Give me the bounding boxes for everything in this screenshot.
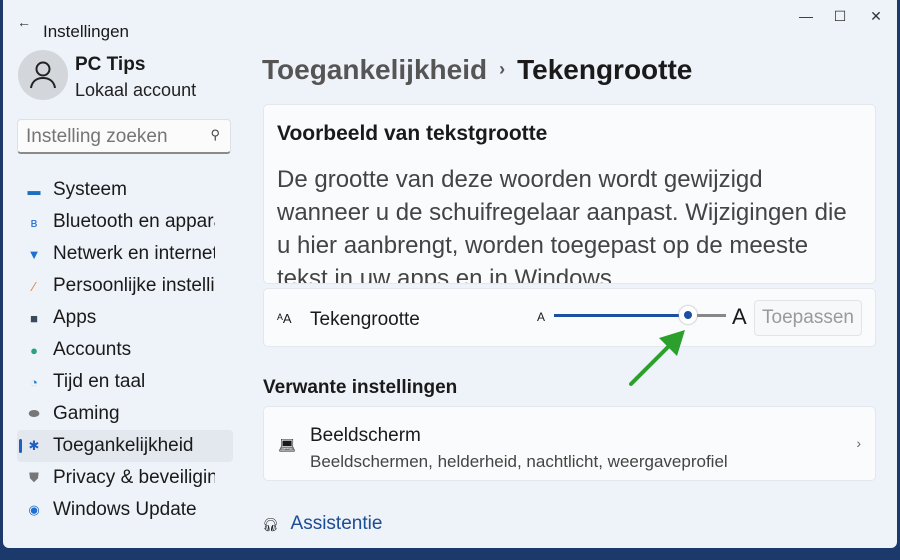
search-box[interactable]: ⚲ bbox=[17, 119, 231, 154]
minimize-button[interactable]: — bbox=[791, 8, 821, 24]
sidebar-item-label: Accounts bbox=[53, 339, 132, 360]
display-subtitle: Beeldschermen, helderheid, nachtlicht, w… bbox=[310, 452, 728, 471]
apps-icon: ■ bbox=[30, 310, 38, 326]
slider-fill bbox=[554, 314, 689, 317]
back-arrow-icon[interactable]: ← bbox=[17, 14, 31, 30]
bluetooth-icon: ʙ bbox=[30, 214, 38, 230]
chevron-right-icon: › bbox=[856, 435, 861, 451]
brush-icon: ∕ bbox=[32, 278, 36, 294]
sidebar-item-bluetooth-en-apparaten[interactable]: ʙ Bluetooth en apparaten bbox=[17, 206, 233, 238]
sidebar-item-netwerk-en-internet[interactable]: ▼ Netwerk en internet bbox=[17, 238, 233, 270]
big-a-label: A bbox=[732, 304, 747, 329]
sidebar-item-label: Bluetooth en apparaten bbox=[53, 211, 215, 232]
app-title: Instellingen bbox=[43, 22, 130, 41]
maximize-button[interactable]: ☐ bbox=[825, 8, 855, 25]
sidebar-item-persoonlijke-instellingen[interactable]: ∕ Persoonlijke instellingen bbox=[17, 270, 233, 302]
search-input[interactable] bbox=[26, 126, 206, 148]
display-settings-link[interactable]: 💻︎ Beeldscherm Beeldschermen, helderheid… bbox=[263, 406, 876, 481]
sidebar-item-toegankelijkheid[interactable]: ✱ Toegankelijkheid bbox=[17, 430, 233, 462]
settings-window: ← Instellingen — ☐ ✕ PC Tips Lokaal acco… bbox=[3, 0, 897, 548]
text-size-icon: ᴬA bbox=[277, 311, 292, 326]
breadcrumb: Toegankelijkheid › Tekengrootte bbox=[262, 54, 692, 86]
help-headset-icon: 🎧︎ bbox=[262, 517, 279, 532]
breadcrumb-parent[interactable]: Toegankelijkheid bbox=[262, 54, 487, 85]
sidebar-item-label: Systeem bbox=[53, 179, 127, 200]
sidebar-item-windows-update[interactable]: ◉ Windows Update bbox=[17, 494, 233, 526]
laptop-icon: 💻︎ bbox=[278, 437, 296, 453]
sidebar-nav: ▬ Systeem ʙ Bluetooth en apparaten ▼ Netwerk … bbox=[17, 174, 233, 526]
small-a-label: A bbox=[537, 310, 546, 324]
person-icon: ● bbox=[30, 342, 38, 358]
breadcrumb-separator: › bbox=[499, 59, 506, 79]
sidebar-item-systeem[interactable]: ▬ Systeem bbox=[17, 174, 233, 206]
sidebar-item-tijd-en-taal[interactable]: ◔ Tijd en taal bbox=[17, 366, 233, 398]
title-bar: ← Instellingen — ☐ ✕ bbox=[3, 0, 897, 41]
text-size-preview-card: Voorbeeld van tekstgrootte De grootte va… bbox=[263, 104, 876, 284]
sidebar-item-accounts[interactable]: ● Accounts bbox=[17, 334, 233, 366]
wifi-icon: ▼ bbox=[27, 246, 41, 262]
sidebar-item-label: Apps bbox=[53, 307, 97, 328]
monitor-icon: ▬ bbox=[27, 182, 41, 198]
related-settings-heading: Verwante instellingen bbox=[263, 377, 458, 398]
sidebar-item-label: Windows Update bbox=[53, 499, 197, 520]
help-label[interactable]: Assistentie bbox=[291, 513, 383, 534]
font-size-card: ᴬA Tekengrootte A A Toepassen bbox=[263, 288, 876, 347]
help-link[interactable]: 🎧︎ Assistentie bbox=[262, 513, 382, 535]
page-title: Tekengrootte bbox=[517, 54, 693, 85]
account-type: Lokaal account bbox=[75, 80, 197, 100]
preview-text: De grootte van deze woorden wordt gewijz… bbox=[277, 166, 847, 284]
sidebar-item-label: Netwerk en internet bbox=[53, 243, 215, 264]
display-title: Beeldscherm bbox=[310, 425, 421, 446]
apply-button[interactable]: Toepassen bbox=[754, 300, 862, 336]
preview-title: Voorbeeld van tekstgrootte bbox=[277, 122, 548, 145]
gamepad-icon: ⬬ bbox=[28, 406, 40, 421]
sidebar-item-apps[interactable]: ■ Apps bbox=[17, 302, 233, 334]
sidebar-item-gaming[interactable]: ⬬ Gaming bbox=[17, 398, 233, 430]
sidebar-item-label: Privacy & beveiliging bbox=[53, 467, 215, 488]
person-icon bbox=[30, 61, 56, 89]
avatar[interactable] bbox=[18, 50, 68, 100]
green-arrow-annotation bbox=[629, 330, 685, 386]
font-size-slider[interactable] bbox=[554, 306, 726, 324]
sidebar-item-label: Persoonlijke instellingen bbox=[53, 275, 215, 296]
globe-clock-icon: ◔ bbox=[30, 374, 38, 390]
shield-icon: ⛊ bbox=[29, 470, 39, 485]
update-icon: ◉ bbox=[28, 502, 40, 517]
font-size-label: Tekengrootte bbox=[310, 309, 420, 330]
accessibility-icon: ✱ bbox=[28, 438, 40, 453]
user-name: PC Tips bbox=[75, 54, 146, 75]
sidebar-item-label: Gaming bbox=[53, 403, 120, 424]
sidebar-item-label: Tijd en taal bbox=[53, 371, 146, 392]
close-button[interactable]: ✕ bbox=[861, 8, 891, 25]
sidebar-item-label: Toegankelijkheid bbox=[53, 435, 194, 456]
sidebar-item-privacy-beveiliging[interactable]: ⛊ Privacy & beveiliging bbox=[17, 462, 233, 494]
search-icon[interactable]: ⚲ bbox=[210, 127, 220, 143]
